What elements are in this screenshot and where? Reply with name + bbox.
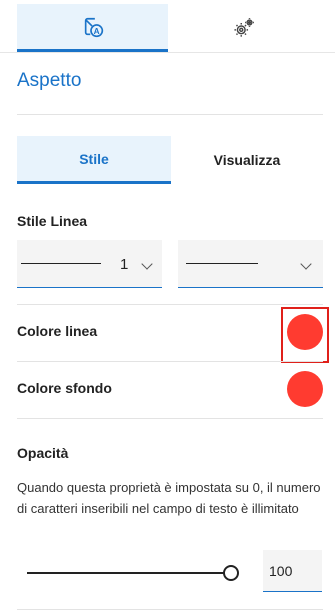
tab-style[interactable]: A — [17, 4, 168, 52]
style-text-icon: A — [84, 17, 103, 37]
slider-fill — [27, 572, 231, 574]
line-width-sample — [21, 263, 101, 264]
opacity-input[interactable] — [263, 550, 322, 592]
svg-text:A: A — [93, 26, 99, 35]
chevron-down-icon — [141, 258, 153, 270]
divider — [17, 609, 323, 610]
tab-visualizza[interactable]: Visualizza — [171, 136, 323, 184]
slider-thumb[interactable] — [223, 565, 239, 581]
background-color-label: Colore sfondo — [17, 380, 112, 396]
opacity-label: Opacità — [17, 445, 69, 461]
tab-settings[interactable] — [168, 4, 319, 52]
chevron-down-icon — [300, 258, 312, 270]
top-tab-bar: A — [0, 0, 335, 53]
divider — [17, 114, 323, 115]
opacity-slider[interactable] — [27, 560, 239, 584]
line-width-select[interactable]: 1 — [17, 240, 162, 288]
line-dash-sample — [186, 263, 258, 264]
sub-tab-bar: Stile Visualizza — [17, 136, 323, 184]
divider — [17, 304, 323, 305]
gears-icon — [233, 18, 254, 37]
line-style-label: Stile Linea — [17, 213, 88, 229]
highlight-box — [281, 307, 329, 363]
divider — [17, 418, 323, 419]
line-color-label: Colore linea — [17, 323, 98, 339]
tab-stile[interactable]: Stile — [17, 136, 171, 184]
section-title: Aspetto — [17, 70, 82, 91]
divider — [17, 361, 323, 362]
line-width-value: 1 — [120, 256, 129, 273]
line-dash-select[interactable] — [178, 240, 323, 288]
opacity-description: Quando questa proprietà è impostata su 0… — [17, 480, 321, 516]
background-color-swatch[interactable] — [287, 371, 323, 407]
